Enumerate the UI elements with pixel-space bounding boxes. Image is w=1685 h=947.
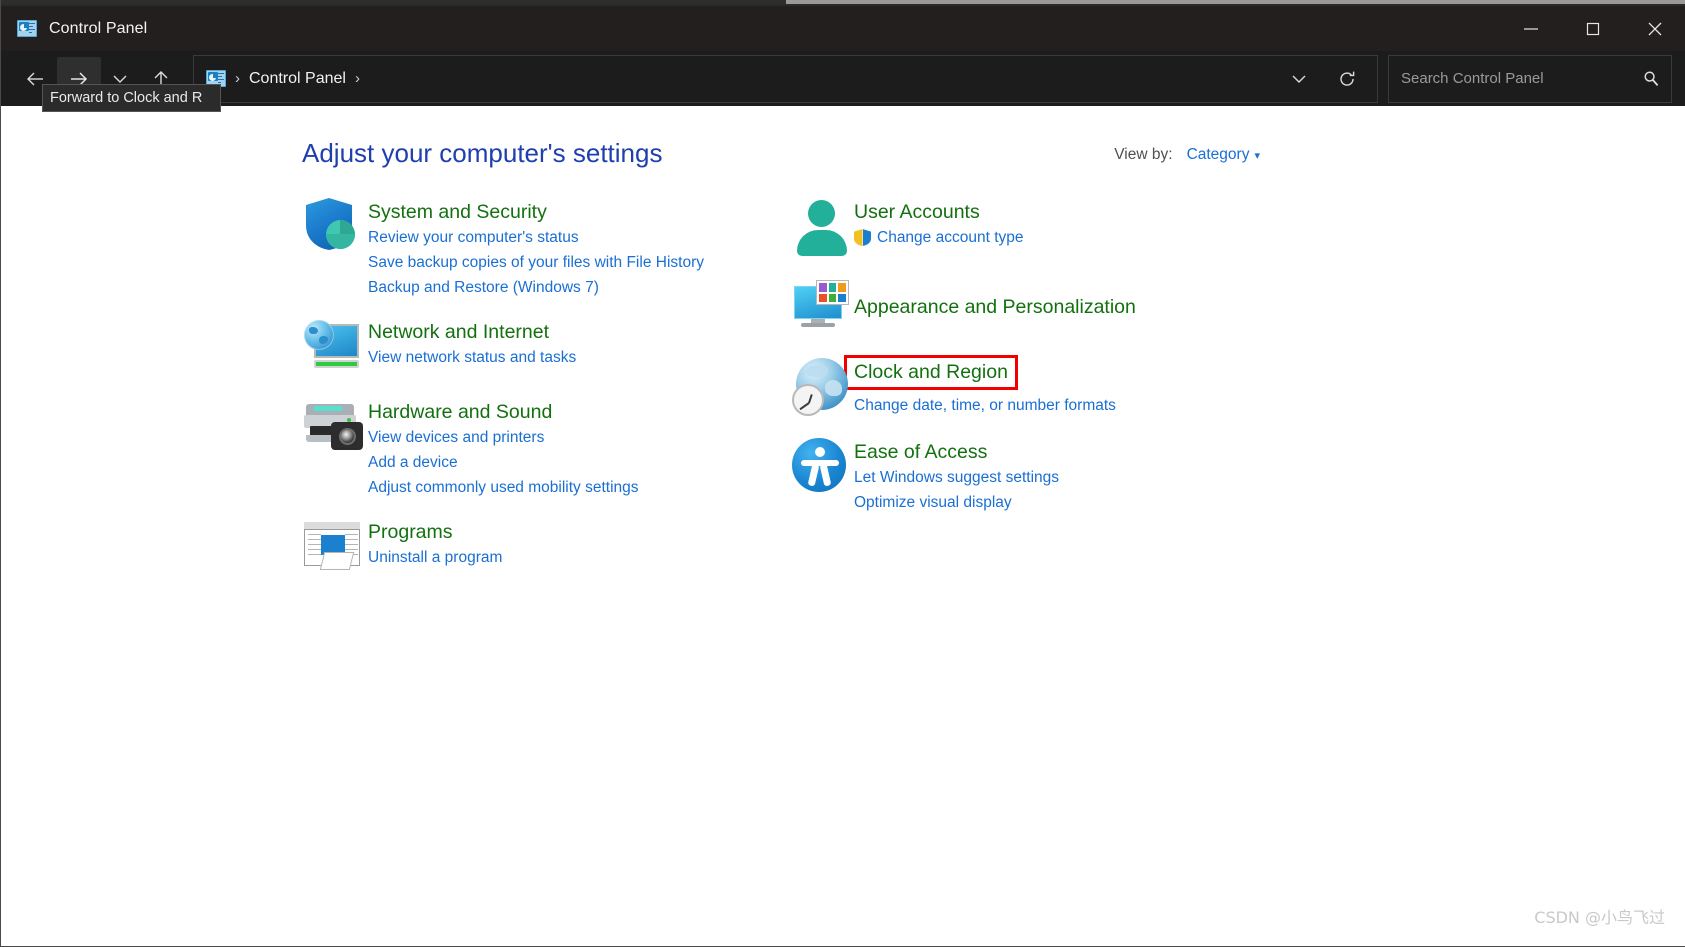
link-view-devices-and-printers[interactable]: View devices and printers [368, 425, 772, 450]
category-network-and-internet: Network and Internet View network status… [302, 318, 772, 380]
link-change-account-type-label: Change account type [877, 229, 1024, 246]
system-and-security-icon [306, 198, 355, 250]
category-title-appearance-and-personalization[interactable]: Appearance and Personalization [854, 294, 1136, 320]
search-input[interactable] [1389, 70, 1631, 87]
title-bar-left: Control Panel [1, 20, 1500, 38]
category-user-accounts: User Accounts Change account type [788, 198, 1258, 260]
link-view-network-status-and-tasks[interactable]: View network status and tasks [368, 345, 772, 370]
category-title-programs[interactable]: Programs [368, 519, 453, 545]
page-title: Adjust your computer's settings [302, 138, 663, 168]
window-title: Control Panel [49, 19, 148, 37]
link-adjust-commonly-used-mobility-settings[interactable]: Adjust commonly used mobility settings [368, 475, 772, 500]
link-optimize-visual-display[interactable]: Optimize visual display [854, 490, 1258, 515]
category-appearance-and-personalization: Appearance and Personalization [788, 278, 1258, 340]
control-panel-window: Control Panel › Control Panel › Search C… [0, 0, 1685, 947]
minimize-button[interactable] [1500, 6, 1562, 51]
search-button[interactable] [1631, 57, 1671, 101]
category-title-hardware-and-sound[interactable]: Hardware and Sound [368, 399, 552, 425]
programs-icon [304, 522, 362, 572]
category-column-right: User Accounts Change account type Appear… [788, 198, 1258, 533]
category-title-system-and-security[interactable]: System and Security [368, 199, 547, 225]
network-and-internet-icon [304, 320, 362, 370]
link-uninstall-a-program[interactable]: Uninstall a program [368, 545, 772, 570]
category-hardware-and-sound: Hardware and Sound View devices and prin… [302, 398, 772, 500]
category-ease-of-access: Ease of Access Let Windows suggest setti… [788, 438, 1258, 515]
category-title-network-and-internet[interactable]: Network and Internet [368, 319, 549, 345]
refresh-button[interactable] [1323, 56, 1371, 102]
close-button[interactable] [1624, 6, 1685, 51]
caption-button-group [1500, 6, 1685, 51]
category-title-user-accounts[interactable]: User Accounts [854, 199, 980, 225]
forward-button-tooltip: Forward to Clock and R [42, 84, 221, 112]
link-let-windows-suggest-settings[interactable]: Let Windows suggest settings [854, 465, 1258, 490]
breadcrumb-separator-1: › [235, 70, 240, 87]
maximize-button[interactable] [1562, 6, 1624, 51]
control-panel-icon-pie [20, 24, 27, 31]
category-title-ease-of-access[interactable]: Ease of Access [854, 439, 987, 465]
view-by-control[interactable]: View by: Category ▾ [1114, 146, 1260, 164]
clock-and-region-icon [792, 358, 850, 416]
breadcrumb[interactable]: › Control Panel › [194, 70, 1275, 88]
category-column-left: System and Security Review your computer… [302, 198, 772, 598]
user-accounts-icon [796, 198, 848, 256]
address-bar[interactable]: › Control Panel › [193, 54, 1378, 103]
view-by-label: View by: [1114, 146, 1173, 163]
breadcrumb-item-control-panel[interactable]: Control Panel [249, 70, 346, 88]
refresh-icon [1340, 71, 1355, 86]
link-backup-and-restore-windows-7[interactable]: Backup and Restore (Windows 7) [368, 275, 772, 300]
title-bar: Control Panel [1, 6, 1685, 51]
view-by-value[interactable]: Category [1187, 146, 1250, 164]
breadcrumb-separator-2[interactable]: › [355, 71, 360, 86]
link-change-date-time-or-number-formats[interactable]: Change date, time, or number formats [854, 393, 1258, 418]
chevron-down-icon [1292, 75, 1306, 83]
category-clock-and-region: Clock and Region Change date, time, or n… [788, 355, 1258, 420]
control-panel-icon [17, 20, 37, 37]
link-add-a-device[interactable]: Add a device [368, 450, 772, 475]
hardware-and-sound-icon [304, 404, 366, 452]
control-panel-icon-bars [29, 23, 35, 35]
appearance-and-personalization-icon [790, 280, 852, 332]
search-icon [1644, 70, 1659, 86]
category-programs: Programs Uninstall a program [302, 518, 772, 580]
link-save-backup-copies-file-history[interactable]: Save backup copies of your files with Fi… [368, 250, 772, 275]
address-bar-actions [1275, 56, 1377, 102]
uac-shield-icon [854, 229, 871, 246]
watermark: CSDN @小鸟飞过 [1534, 908, 1665, 927]
ease-of-access-icon [792, 438, 848, 494]
top-strip-right [786, 0, 1685, 4]
category-title-clock-and-region[interactable]: Clock and Region [844, 355, 1018, 390]
navigation-toolbar: › Control Panel › [1, 51, 1685, 106]
link-change-account-type[interactable]: Change account type [854, 225, 1258, 250]
chevron-down-icon[interactable]: ▾ [1254, 149, 1260, 162]
search-box[interactable] [1388, 54, 1672, 103]
link-review-your-computers-status[interactable]: Review your computer's status [368, 225, 772, 250]
address-history-button[interactable] [1275, 56, 1323, 102]
category-system-and-security: System and Security Review your computer… [302, 198, 772, 300]
content-area: Adjust your computer's settings View by:… [2, 106, 1685, 946]
top-strip-left [1, 0, 786, 4]
